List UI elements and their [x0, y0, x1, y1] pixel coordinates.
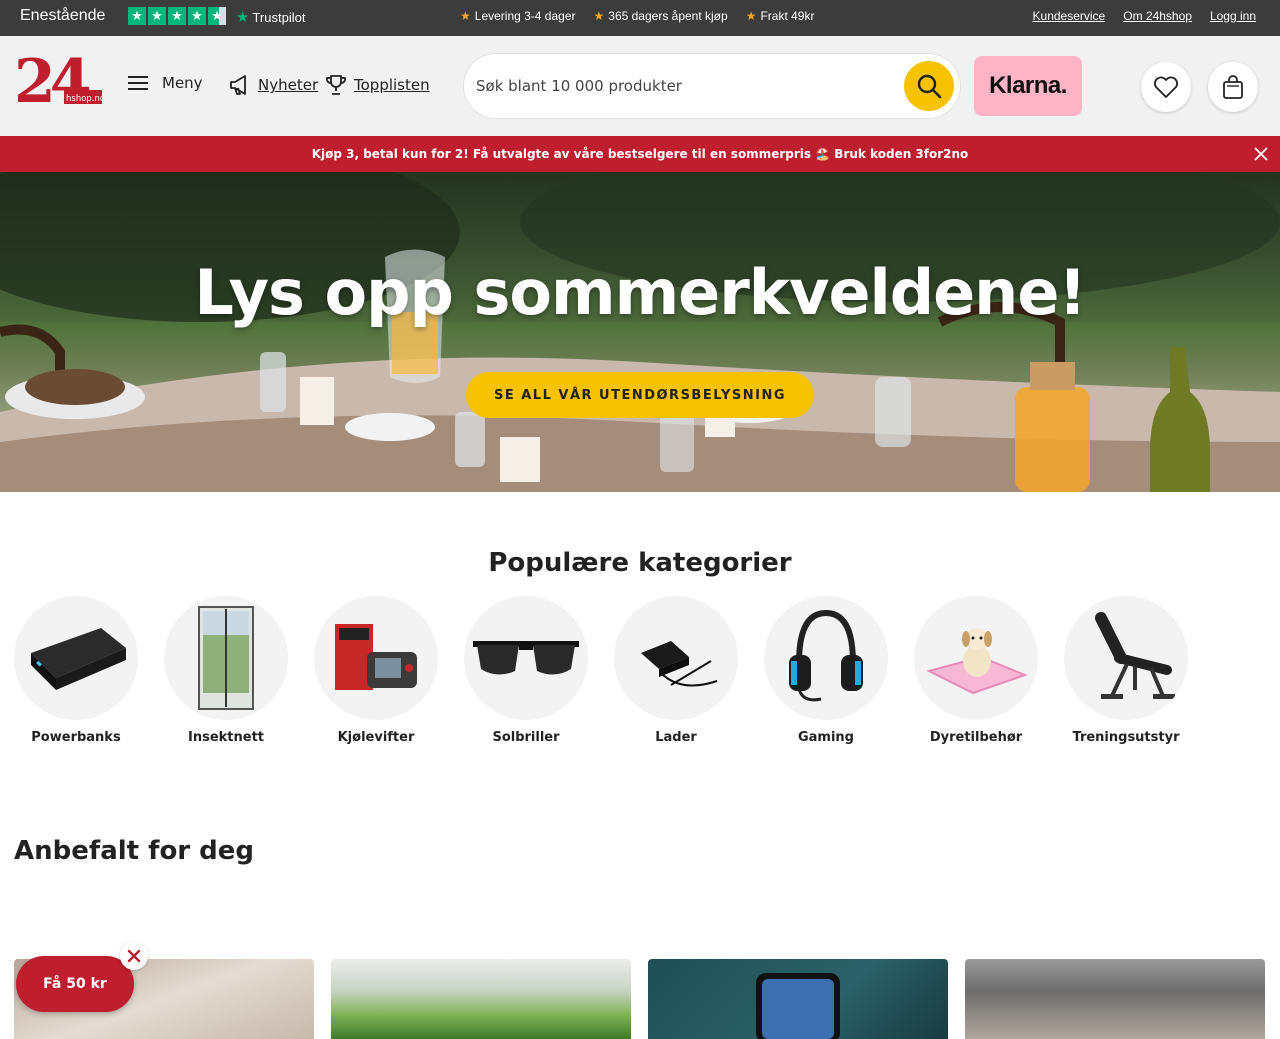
- category-image: [764, 596, 888, 720]
- category-image: [464, 596, 588, 720]
- toplist-label: Topplisten: [354, 76, 430, 94]
- category-image: [14, 596, 138, 720]
- site-header: 24 hshop.no Meny Nyheter Topplisten Klar…: [0, 36, 1280, 136]
- recommended-cards: [14, 959, 1265, 1039]
- close-icon[interactable]: [1252, 145, 1270, 163]
- heart-icon: [1154, 76, 1178, 98]
- hero-image: [0, 172, 1280, 492]
- headset-icon: [789, 609, 863, 702]
- logo-subtext: hshop.no: [66, 94, 104, 104]
- promo-banner: Kjøp 3, betal kun for 2! Få utvalgte av …: [0, 136, 1280, 172]
- hero-banner[interactable]: Lys opp sommerkveldene! SE ALL VÅR UTEND…: [0, 172, 1280, 492]
- category-label: Dyretilbehør: [929, 730, 1023, 745]
- star-icon: ★: [460, 9, 471, 23]
- star-icon: ★: [128, 7, 146, 25]
- site-logo[interactable]: 24 hshop.no: [14, 50, 104, 120]
- diagnostic-tool-icon: [335, 624, 417, 690]
- customer-service-link[interactable]: Kundeservice: [1033, 9, 1106, 23]
- half-star-icon: ★: [208, 7, 226, 25]
- news-label: Nyheter: [258, 76, 319, 94]
- trustpilot-logo[interactable]: ★ Trustpilot: [236, 8, 305, 26]
- usp-list: ★ Levering 3-4 dager ★ 365 dagers åpent kj…: [460, 9, 814, 23]
- star-icon: ★: [148, 7, 166, 25]
- category-image: [914, 596, 1038, 720]
- product-card[interactable]: [331, 959, 631, 1039]
- categories-heading: Populære kategorier: [488, 548, 792, 578]
- logo-text: 24: [14, 50, 90, 117]
- usp-text: Levering 3-4 dager: [474, 9, 576, 23]
- category-label: Powerbanks: [31, 730, 121, 745]
- bench-icon: [1095, 612, 1175, 699]
- hero-cta-button[interactable]: SE ALL VÅR UTENDØRSBELYSNING: [466, 372, 814, 418]
- usp-item: ★ 365 dagers åpent kjøp: [594, 9, 728, 23]
- category-label: Treningsutstyr: [1072, 730, 1180, 745]
- coupon-close-button[interactable]: [120, 942, 148, 970]
- cart-button[interactable]: [1208, 62, 1258, 112]
- trophy-icon: [326, 75, 346, 95]
- usp-text: 365 dagers åpent kjøp: [608, 9, 728, 23]
- top-bar: Enestående ★ ★ ★ ★ ★ ★ Trustpilot ★ Lever…: [0, 0, 1280, 36]
- product-card[interactable]: [648, 959, 948, 1039]
- category-label: Insektnett: [187, 730, 264, 745]
- usp-item: ★ Frakt 49kr: [746, 9, 815, 23]
- search-input[interactable]: [476, 68, 896, 104]
- category-treningsutstyr[interactable]: Treningsutstyr: [1064, 596, 1188, 745]
- klarna-badge[interactable]: Klarna.: [974, 56, 1082, 116]
- puppy-pad-icon: [926, 628, 1028, 695]
- category-lader[interactable]: Lader: [614, 596, 738, 745]
- promo-text: Kjøp 3, betal kun for 2! Få utvalgte av …: [311, 147, 969, 161]
- search-bar: [464, 54, 960, 118]
- category-powerbanks[interactable]: Powerbanks: [14, 596, 138, 745]
- search-button[interactable]: [904, 61, 954, 111]
- star-icon: ★: [168, 7, 186, 25]
- insect-net-icon: [198, 606, 254, 710]
- trustpilot-stars: ★ ★ ★ ★ ★: [128, 7, 226, 25]
- shopping-bag-icon: [1223, 75, 1243, 99]
- phone-image: [756, 973, 840, 1039]
- charger-icon: [641, 641, 718, 687]
- category-label: Kjølevifter: [337, 730, 415, 745]
- category-insektnett[interactable]: Insektnett: [164, 596, 288, 745]
- search-icon: [917, 74, 942, 99]
- category-list: Powerbanks Insektnett Kjølevifter Solbri…: [14, 596, 1188, 745]
- trustpilot-star-icon: ★: [236, 9, 250, 26]
- category-image: [164, 596, 288, 720]
- hero-title: Lys opp sommerkveldene!: [194, 256, 1086, 329]
- menu-label: Meny: [162, 74, 203, 92]
- star-icon: ★: [593, 9, 605, 23]
- hamburger-icon: [128, 76, 148, 90]
- category-image: [1064, 596, 1188, 720]
- category-dyretilbehor[interactable]: Dyretilbehør: [914, 596, 1038, 745]
- category-image: [314, 596, 438, 720]
- star-icon: ★: [188, 7, 206, 25]
- top-links: Kundeservice Om 24hshop Logg inn: [1033, 9, 1256, 23]
- menu-button[interactable]: Meny: [128, 74, 203, 92]
- category-label: Gaming: [797, 730, 854, 745]
- trustpilot-brand: Trustpilot: [252, 9, 306, 25]
- wishlist-button[interactable]: [1141, 62, 1191, 112]
- about-link[interactable]: Om 24hshop: [1123, 9, 1192, 23]
- star-icon: ★: [745, 9, 757, 23]
- close-icon: [127, 949, 141, 963]
- category-label: Lader: [655, 730, 697, 745]
- category-kjolevifter[interactable]: Kjølevifter: [314, 596, 438, 745]
- usp-item: ★ Levering 3-4 dager: [460, 9, 576, 23]
- news-link[interactable]: Nyheter: [228, 74, 318, 96]
- category-image: [614, 596, 738, 720]
- category-gaming[interactable]: Gaming: [764, 596, 888, 745]
- megaphone-icon: [230, 75, 246, 95]
- powerbank-icon: [31, 628, 126, 690]
- recommended-heading: Anbefalt for deg: [14, 836, 255, 866]
- product-card[interactable]: [965, 959, 1265, 1039]
- coupon-button[interactable]: Få 50 kr: [16, 956, 134, 1012]
- trustpilot-rating-label: Enestående: [20, 7, 106, 24]
- sunglasses-icon: [473, 641, 579, 675]
- usp-text: Frakt 49kr: [760, 9, 815, 23]
- toplist-link[interactable]: Topplisten: [324, 74, 430, 96]
- login-link[interactable]: Logg inn: [1210, 9, 1256, 23]
- category-solbriller[interactable]: Solbriller: [464, 596, 588, 745]
- category-label: Solbriller: [492, 730, 560, 745]
